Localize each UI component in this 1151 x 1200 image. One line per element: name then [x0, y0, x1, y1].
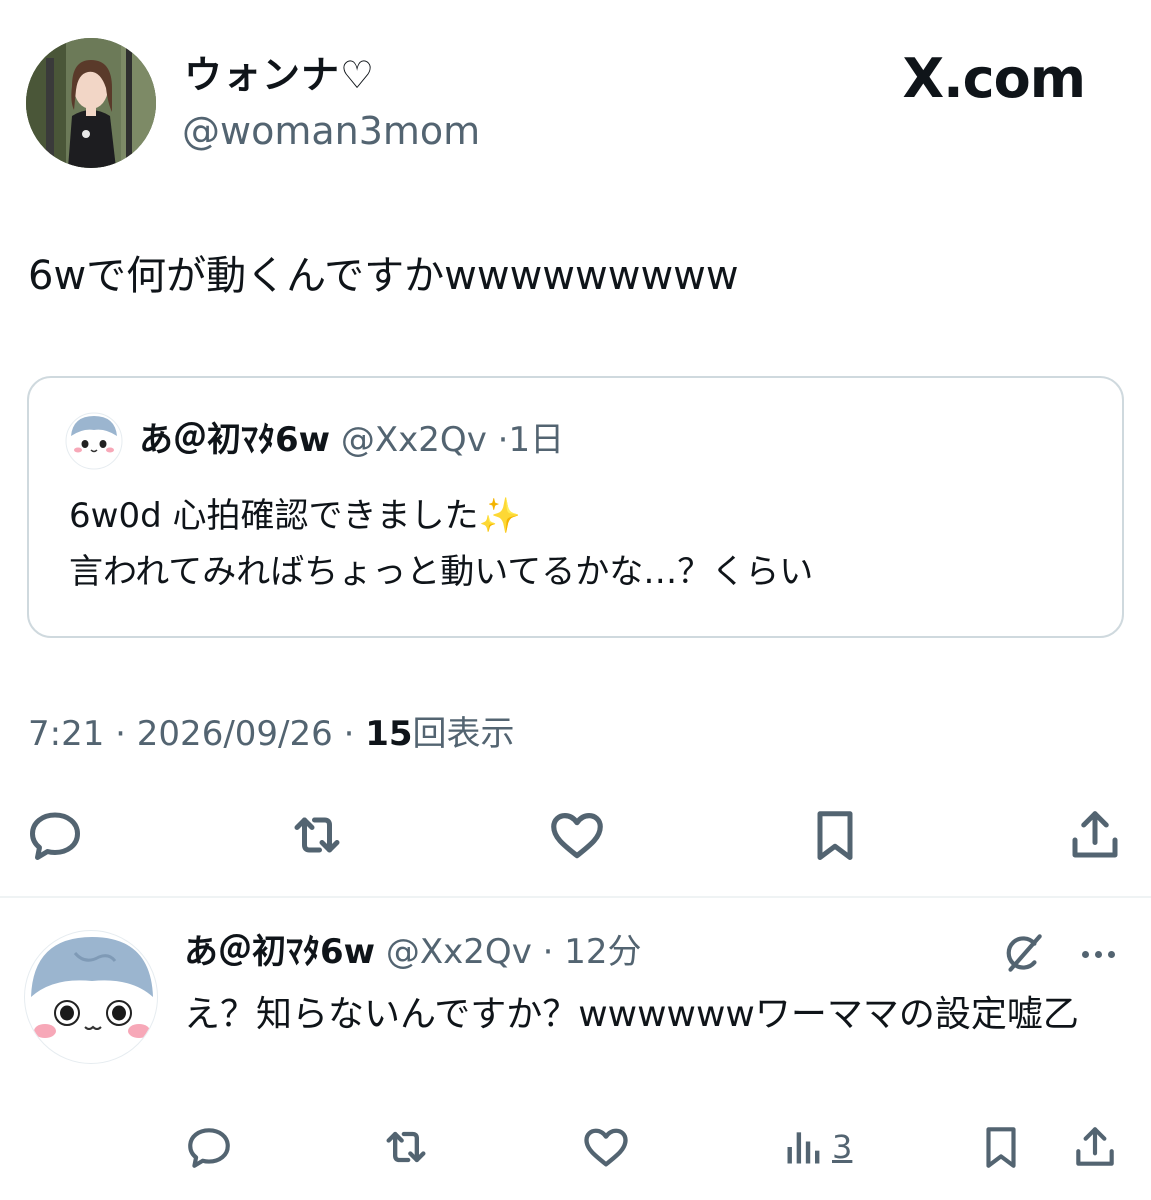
quoted-separator: ·	[497, 420, 509, 460]
quoted-line-1: 6w0d 心拍確認できました✨	[69, 496, 521, 536]
reply-separator: ·	[542, 932, 554, 972]
like-button[interactable]	[542, 800, 612, 870]
reply-bookmark-button[interactable]	[976, 1118, 1026, 1176]
repost-button[interactable]	[282, 800, 352, 870]
author-avatar[interactable]	[26, 38, 156, 168]
reply-icon	[25, 805, 85, 865]
share-button[interactable]	[1060, 800, 1130, 870]
meta-separator: ·	[115, 714, 126, 754]
author-handle[interactable]: @woman3mom	[182, 108, 480, 154]
share-icon	[1065, 805, 1125, 865]
tweet-header: ウォンナ♡ @woman3mom X.com	[0, 0, 1151, 200]
quoted-time[interactable]: 1日	[508, 420, 564, 460]
reply-action-bar: 3	[0, 1118, 1151, 1176]
reply-author-handle[interactable]: @Xx2Qv	[386, 932, 532, 972]
quoted-author-handle[interactable]: @Xx2Qv	[341, 420, 487, 460]
reply-views-button[interactable]: 3	[782, 1118, 852, 1176]
reply-repost-button[interactable]	[380, 1118, 432, 1176]
more-dot	[1094, 950, 1102, 958]
quoted-tweet-header: あ＠初ﾏﾀ6w @Xx2Qv ·1日	[139, 418, 564, 462]
meta-separator-2: ·	[343, 714, 355, 754]
grok-icon[interactable]	[998, 928, 1048, 978]
tweet-meta: 7:21 · 2026/09/26 · 15回表示	[28, 710, 515, 758]
reply-reply-button[interactable]	[184, 1118, 234, 1176]
reply-button[interactable]	[20, 800, 90, 870]
heart-icon	[580, 1121, 632, 1173]
reply-author-name[interactable]: あ＠初ﾏﾀ6w	[184, 932, 375, 972]
quoted-tweet-card[interactable]: あ＠初ﾏﾀ6w @Xx2Qv ·1日 6w0d 心拍確認できました✨ 言われてみ…	[27, 376, 1124, 638]
quoted-author-name[interactable]: あ＠初ﾏﾀ6w	[139, 420, 330, 460]
bookmark-icon	[805, 805, 865, 865]
more-options-icon[interactable]	[1074, 934, 1122, 974]
tweet-action-bar	[0, 800, 1151, 870]
reply-header: あ＠初ﾏﾀ6w @Xx2Qv · 12分	[184, 928, 642, 976]
more-dot	[1107, 950, 1115, 958]
reply-author-avatar[interactable]	[24, 930, 158, 1064]
bookmark-icon	[976, 1122, 1026, 1172]
repost-icon	[287, 805, 347, 865]
heart-icon	[546, 804, 608, 866]
views-label: 回表示	[412, 714, 515, 754]
tweet-time[interactable]: 7:21	[28, 714, 104, 754]
more-dot	[1081, 950, 1089, 958]
tweet-text: 6wで何が動くんですかwwwwwwwww	[28, 253, 739, 299]
x-com-logo: X.com	[902, 47, 1086, 110]
quoted-tweet-text: 6w0d 心拍確認できました✨ 言われてみればちょっと動いてるかな…？くらい	[69, 488, 813, 600]
reply-share-button[interactable]	[1070, 1118, 1120, 1176]
views-count[interactable]: 15	[365, 714, 412, 754]
reply-text: え？知らないんですか？wwwwwwワーママの設定嘘乙	[184, 994, 1079, 1035]
section-divider	[0, 896, 1151, 898]
tweet-date[interactable]: 2026/09/26	[137, 714, 333, 754]
reply-like-button[interactable]	[580, 1118, 632, 1176]
share-icon	[1070, 1122, 1120, 1172]
author-display-name[interactable]: ウォンナ♡	[184, 52, 375, 98]
reply-time[interactable]: 12分	[564, 932, 641, 972]
quoted-line-2: 言われてみればちょっと動いてるかな…？くらい	[69, 552, 814, 592]
reply-views-count: 3	[832, 1128, 853, 1166]
quoted-author-avatar[interactable]	[65, 412, 123, 470]
reply-icon	[184, 1122, 234, 1172]
analytics-icon	[782, 1125, 826, 1169]
bookmark-button[interactable]	[800, 800, 870, 870]
repost-icon	[380, 1121, 432, 1173]
